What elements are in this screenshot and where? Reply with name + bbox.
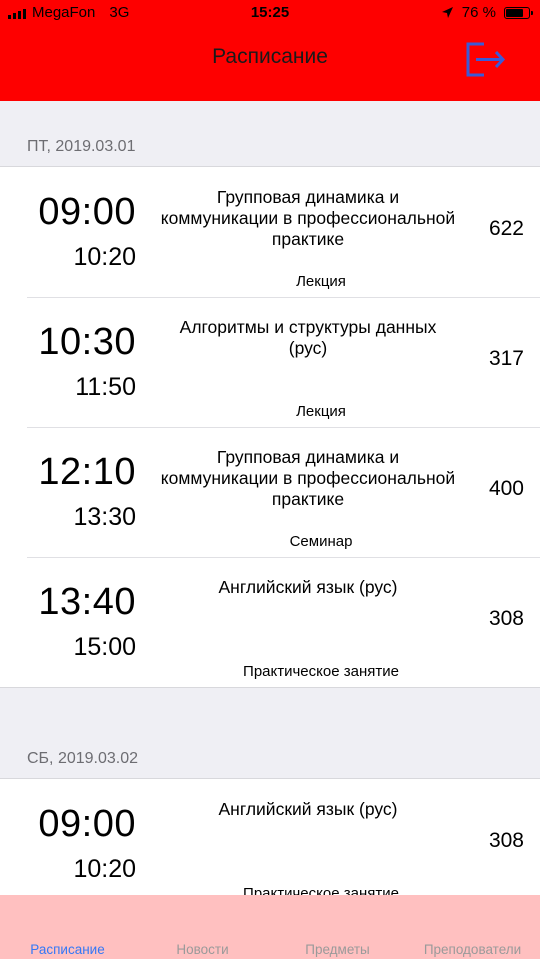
- lesson-type: Практическое занятие: [243, 885, 399, 895]
- day-group: 09:00 10:20 Групповая динамика и коммуни…: [0, 166, 540, 688]
- tab-schedule[interactable]: Расписание: [0, 942, 135, 957]
- status-bar: MegaFon 3G 15:25 76 %: [0, 0, 540, 26]
- lesson-end-time: 10:20: [73, 855, 136, 883]
- lesson-row[interactable]: 13:40 15:00 Английский язык (рус) Практи…: [0, 557, 540, 687]
- lesson-row[interactable]: 09:00 10:20 Групповая динамика и коммуни…: [0, 167, 540, 297]
- tab-subjects[interactable]: Предметы: [270, 942, 405, 957]
- location-arrow-icon: [441, 7, 453, 18]
- lesson-room: 622: [488, 217, 524, 240]
- lesson-start-time: 09:00: [38, 803, 136, 845]
- lesson-row[interactable]: 10:30 11:50 Алгоритмы и структуры данных…: [0, 297, 540, 427]
- lesson-room: 317: [488, 347, 524, 370]
- app-header: MegaFon 3G 15:25 76 % Расписание: [0, 0, 540, 101]
- tab-teachers[interactable]: Преподователи: [405, 942, 540, 957]
- lesson-end-time: 11:50: [75, 373, 136, 401]
- lesson-room: 308: [488, 829, 524, 852]
- day-label: ПТ, 2019.03.01: [27, 138, 136, 155]
- tab-news[interactable]: Новости: [135, 942, 270, 957]
- lesson-type: Лекция: [296, 403, 346, 420]
- lesson-subject: Групповая динамика и коммуникации в проф…: [160, 187, 456, 249]
- lesson-row[interactable]: 12:10 13:30 Групповая динамика и коммуни…: [0, 427, 540, 557]
- tab-bar: Расписание Новости Предметы Преподовател…: [0, 895, 540, 959]
- lesson-type: Лекция: [296, 273, 346, 290]
- logout-icon: [466, 42, 506, 77]
- schedule-list[interactable]: ПТ, 2019.03.01 09:00 10:20 Групповая дин…: [0, 101, 540, 895]
- day-separator: [0, 688, 540, 713]
- lesson-end-time: 10:20: [73, 243, 136, 271]
- lesson-subject: Алгоритмы и структуры данных (рус): [179, 317, 437, 358]
- lesson-subject: Групповая динамика и коммуникации в проф…: [160, 447, 456, 509]
- page-title: Расписание: [212, 45, 328, 68]
- day-header: ПТ, 2019.03.01: [0, 101, 540, 166]
- lesson-end-time: 13:30: [73, 503, 136, 531]
- lesson-subject: Английский язык (рус): [218, 577, 398, 597]
- lesson-type: Семинар: [289, 533, 353, 550]
- day-group: 09:00 10:20 Английский язык (рус) Практи…: [0, 778, 540, 895]
- lesson-start-time: 09:00: [38, 191, 136, 233]
- battery-icon: [504, 6, 533, 19]
- lesson-start-time: 13:40: [38, 581, 136, 623]
- battery-percent: 76 %: [461, 4, 496, 21]
- day-header: СБ, 2019.03.02: [0, 713, 540, 778]
- lesson-end-time: 15:00: [73, 633, 136, 661]
- lesson-row[interactable]: 09:00 10:20 Английский язык (рус) Практи…: [0, 779, 540, 895]
- lesson-type: Практическое занятие: [243, 663, 399, 680]
- day-label: СБ, 2019.03.02: [27, 750, 139, 767]
- lesson-start-time: 10:30: [38, 321, 136, 363]
- lesson-start-time: 12:10: [38, 451, 136, 493]
- logout-button[interactable]: [462, 40, 508, 80]
- lesson-room: 400: [488, 477, 524, 500]
- lesson-subject: Английский язык (рус): [218, 799, 398, 819]
- lesson-room: 308: [488, 607, 524, 630]
